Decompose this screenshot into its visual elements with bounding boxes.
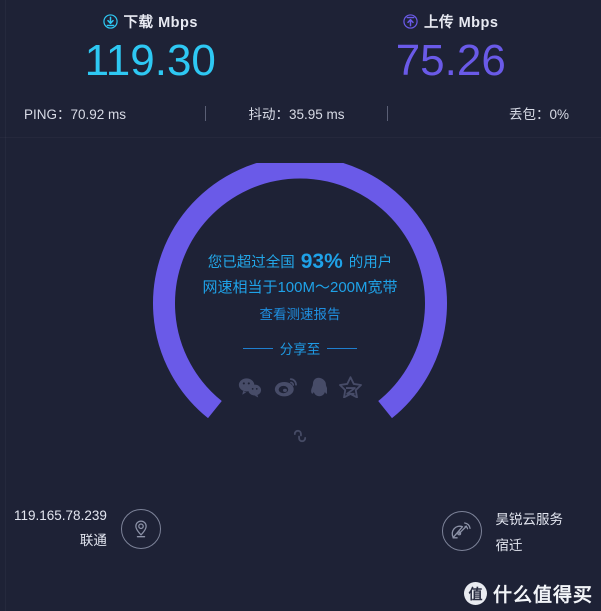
wechat-icon[interactable] bbox=[238, 377, 262, 403]
share-label: 分享至 bbox=[279, 342, 321, 357]
packetloss-stat: 丢包：0% bbox=[508, 107, 569, 122]
rank-line: 您已超过全国 93% 的用户 bbox=[208, 250, 393, 275]
jitter-stat: 抖动：35.95 ms bbox=[248, 107, 345, 122]
download-value: 119.30 bbox=[84, 36, 216, 85]
share-divider-row: 分享至 bbox=[242, 338, 358, 358]
server-city: 宿迁 bbox=[495, 538, 523, 553]
share-dash-right bbox=[327, 347, 358, 349]
link-icon[interactable] bbox=[289, 425, 311, 452]
ping-stat: PING：70.92 ms bbox=[24, 107, 127, 122]
stats-row: PING：70.92 ms 抖动：35.95 ms 丢包：0% bbox=[0, 100, 601, 126]
download-block: 下载 Mbps 119.30 bbox=[0, 10, 301, 95]
social-share-row bbox=[238, 376, 362, 403]
share-dash-left bbox=[242, 347, 273, 349]
client-ip: 119.165.78.239 bbox=[14, 508, 107, 523]
download-arrow-icon bbox=[102, 13, 118, 29]
qq-icon[interactable] bbox=[310, 377, 328, 403]
download-header: 下载 Mbps bbox=[102, 10, 198, 32]
weibo-icon[interactable] bbox=[274, 377, 298, 403]
upload-header: 上传 Mbps bbox=[403, 10, 498, 32]
upload-label: 上传 Mbps bbox=[424, 14, 499, 31]
client-isp: 联通 bbox=[79, 533, 107, 548]
qzone-icon[interactable] bbox=[339, 376, 362, 403]
equivalent-bandwidth: 网速相当于100M～200M宽带 bbox=[202, 279, 398, 296]
client-text: 119.165.78.239 联通 bbox=[14, 508, 107, 549]
server-info: 昊锐云服务 宿迁 bbox=[441, 508, 564, 554]
rank-prefix: 您已超过全国 bbox=[207, 255, 295, 271]
server-name: 昊锐云服务 bbox=[495, 512, 564, 527]
view-report-link[interactable]: 查看测速报告 bbox=[260, 300, 341, 330]
client-info: 119.165.78.239 联通 bbox=[14, 508, 161, 549]
header-divider bbox=[0, 137, 601, 138]
watermark-text: 什么值得买 bbox=[492, 585, 593, 606]
rank-percent: 93% bbox=[300, 250, 343, 273]
location-pin-icon[interactable] bbox=[120, 508, 161, 549]
satellite-dish-icon[interactable] bbox=[441, 511, 482, 551]
server-text: 昊锐云服务 宿迁 bbox=[496, 508, 564, 554]
upload-value: 75.26 bbox=[395, 36, 506, 85]
speedtest-app: 下载 Mbps 119.30 上传 Mbps 75.26 PING：70.92 … bbox=[0, 0, 601, 611]
rank-suffix: 的用户 bbox=[348, 255, 393, 271]
upload-block: 上传 Mbps 75.26 bbox=[301, 10, 601, 95]
download-label: 下载 Mbps bbox=[123, 14, 198, 31]
result-panel: 您已超过全国 93% 的用户 网速相当于100M～200M宽带 查看测速报告 分… bbox=[130, 250, 470, 452]
watermark-badge: 值 bbox=[463, 582, 487, 605]
speed-summary: 下载 Mbps 119.30 上传 Mbps 75.26 bbox=[0, 10, 601, 95]
watermark: 值 什么值得买 bbox=[463, 580, 593, 607]
upload-arrow-icon bbox=[403, 13, 418, 29]
